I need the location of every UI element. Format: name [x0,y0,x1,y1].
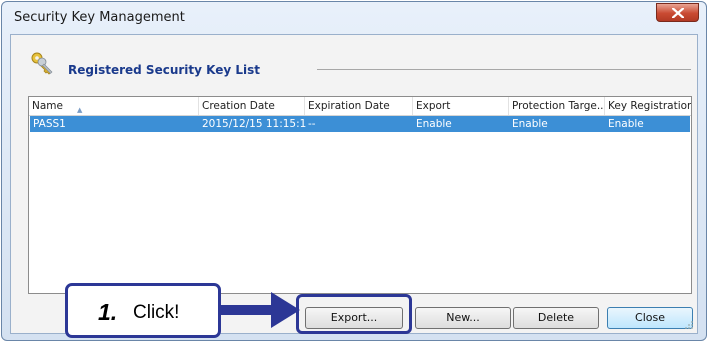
cell-name: PASS1 [33,118,66,130]
resize-grip-icon[interactable] [685,321,693,329]
column-header-label: Name [32,100,63,112]
security-key-list[interactable]: Name ▲ Creation Date Expiration Date Exp… [28,96,692,294]
column-header-creation-date[interactable]: Creation Date [199,97,305,115]
cell-export: Enable [416,118,452,130]
column-header-label: Expiration Date [308,100,390,112]
column-header-protection-target[interactable]: Protection Targe... [509,97,605,115]
keys-icon [31,52,53,75]
close-button[interactable]: Close [607,307,693,329]
delete-button[interactable]: Delete [513,307,599,329]
delete-button-label: Delete [537,311,575,324]
callout-step-number: 1. [98,299,118,325]
section-divider [317,69,691,70]
cell-expiration-date: -- [308,118,316,130]
title-bar: Security Key Management [2,2,706,36]
callout-text: Click! [133,302,180,323]
cell-key-registration: Enable [608,118,644,130]
close-window-button[interactable] [656,3,699,22]
table-row-selected[interactable]: PASS1 2015/12/15 11:15:12 -- Enable Enab… [30,116,690,132]
column-header-label: Key Registration... [608,100,691,112]
column-header-name[interactable]: Name ▲ [29,97,199,115]
close-x-icon [671,7,684,18]
section-title: Registered Security Key List [68,63,260,77]
new-button[interactable]: New... [415,307,511,329]
cell-protection-target: Enable [512,118,548,130]
step-callout: 1. Click! [65,283,221,338]
column-header-expiration-date[interactable]: Expiration Date [305,97,413,115]
column-header-label: Protection Targe... [512,100,605,112]
column-header-key-registration[interactable]: Key Registration... [605,97,691,115]
column-header-label: Creation Date [202,100,275,112]
window-title: Security Key Management [14,10,185,25]
export-button-highlight [296,294,412,334]
close-button-label: Close [635,311,665,324]
list-header: Name ▲ Creation Date Expiration Date Exp… [29,97,691,116]
pointer-arrow-icon [221,292,300,328]
new-button-label: New... [446,311,480,324]
sort-ascending-icon: ▲ [77,106,83,114]
column-header-export[interactable]: Export [413,97,509,115]
cell-creation-date: 2015/12/15 11:15:12 [202,118,306,130]
column-header-label: Export [416,100,451,112]
